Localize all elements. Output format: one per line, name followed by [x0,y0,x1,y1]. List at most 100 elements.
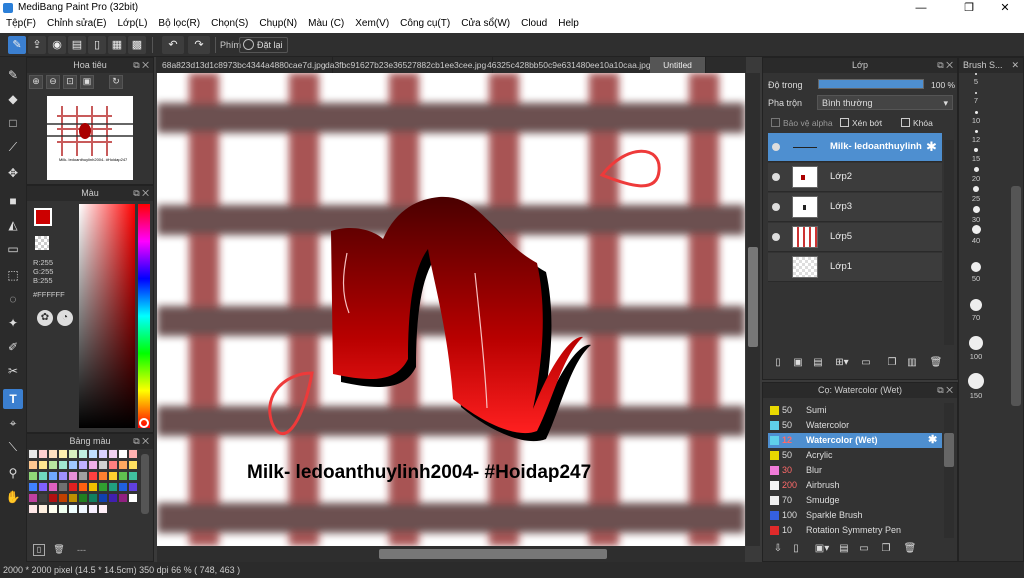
redo-icon[interactable]: ↷ [188,36,210,54]
bucket-tool-icon[interactable]: ◭ [3,215,23,235]
visibility-icon[interactable] [772,173,780,181]
layer-row[interactable]: Milk- ledoanthuylinh ✱ [768,133,942,162]
palette-swatch[interactable] [79,494,87,502]
brush-item[interactable]: 50 Sumi [768,403,942,418]
duplicate-brush-icon[interactable]: ❐ [878,541,894,557]
tab-untitled[interactable]: Untitled [650,57,706,73]
color-wheel-icon[interactable]: ◔ [57,310,73,326]
menu-file[interactable]: Tệp(F) [0,16,41,33]
menu-edit[interactable]: Chỉnh sửa(E) [41,16,112,33]
palette-swatch[interactable] [129,494,137,502]
palette-swatch[interactable] [129,472,137,480]
zoom-out-icon[interactable]: ⊖ [46,75,60,89]
brush-size-dot[interactable] [974,110,978,114]
undo-icon[interactable]: ↶ [162,36,184,54]
palette-swatch[interactable] [129,450,137,458]
menu-window[interactable]: Cửa sổ(W) [455,16,515,33]
palette-swatch[interactable] [29,505,37,513]
zoom-in-icon[interactable]: ⊕ [29,75,43,89]
blend-select[interactable]: Bình thường ▾ [817,95,953,110]
palette-grid[interactable] [29,450,139,540]
restore-button[interactable]: ❐ [954,0,984,16]
page-icon[interactable]: ▯ [88,36,106,54]
shape-tool-icon[interactable]: □ [3,113,23,133]
opacity-slider[interactable] [818,79,924,89]
magic-wand-icon[interactable]: ✦ [3,313,23,333]
palette-icon[interactable]: ✿ [37,310,53,326]
vscroll-thumb[interactable] [748,247,758,347]
reset-button[interactable]: Đặt lại [239,37,288,53]
select-pen-icon[interactable]: ✐ [3,337,23,357]
gradient-tool-icon[interactable]: ▭ [3,239,23,259]
new-layer-icon[interactable]: ▯ [770,355,786,371]
menu-help[interactable]: Help [552,16,584,33]
brush-settings-icon[interactable]: ▤ [836,541,852,557]
eyedropper-icon[interactable]: ⚲ [3,463,23,483]
palette-swatch[interactable] [49,494,57,502]
brush-size-dot[interactable] [974,148,978,152]
palette-swatch[interactable] [109,461,117,469]
primary-color-swatch[interactable] [34,208,52,226]
brush-size-dot[interactable] [971,224,981,234]
saturation-value-picker[interactable] [79,204,135,428]
brush-item[interactable]: 12 Watercolor (Wet) ✱ [768,433,942,448]
palette-swatch[interactable] [89,505,97,513]
palette-swatch[interactable] [29,483,37,491]
line-tool-icon[interactable]: ⟋ [3,137,23,157]
layer-row[interactable]: Lớp3 [768,193,942,222]
brush-folder-icon[interactable]: ▭ [856,541,872,557]
palette-swatch[interactable] [49,450,57,458]
palette-swatch[interactable] [69,505,77,513]
palette-swatch[interactable] [39,461,47,469]
panel-close-icon[interactable]: ⧉ ✕ [937,58,953,73]
palette-swatch[interactable] [119,461,127,469]
brush-size-dot[interactable] [974,129,978,133]
palette-swatch[interactable] [79,461,87,469]
palette-swatch[interactable] [119,472,127,480]
palette-swatch[interactable] [89,483,97,491]
palette-swatch[interactable] [69,494,77,502]
menu-tools[interactable]: Công cụ(T) [394,16,455,33]
panel-close-icon[interactable]: ⧉ ✕ [937,383,953,398]
cloud-download-icon[interactable]: ⇩ [770,541,786,557]
palette-swatch[interactable] [69,472,77,480]
palette-swatch[interactable] [119,483,127,491]
gear-icon[interactable]: ✱ [928,433,937,448]
canvas-vscrollbar[interactable] [746,73,760,546]
brush-size-scrollbar[interactable] [1011,186,1021,406]
new-page-icon[interactable]: ▯ [33,544,45,556]
add-layer-dropdown-icon[interactable]: ⊞▾ [830,355,854,371]
divide-tool-icon[interactable]: ⟍ [3,437,23,457]
menu-filter[interactable]: Bộ lọc(R) [152,16,205,33]
brush-item[interactable]: 70 Smudge [768,493,942,508]
fill-rect-tool-icon[interactable]: ■ [3,191,23,211]
menu-snap[interactable]: Chụp(N) [253,16,302,33]
hscroll-thumb[interactable] [379,549,607,559]
tab-doc-1[interactable]: 68a823d13d1c8973bc4344a4880cae7d.jpg [156,57,333,73]
rotate-icon[interactable]: ↻ [109,75,123,89]
palette-swatch[interactable] [39,472,47,480]
hue-slider[interactable] [138,204,150,428]
select-tool-icon[interactable]: ⬚ [3,265,23,285]
brush-size-dot[interactable] [973,186,979,192]
transparent-swatch[interactable] [35,236,49,250]
visibility-icon[interactable] [772,203,780,211]
cloud-brush-icon[interactable]: ✎ [8,36,26,54]
palette-swatch[interactable] [99,461,107,469]
layer-row[interactable]: Lớp2 [768,163,942,192]
canvas-hscrollbar[interactable] [157,546,745,562]
tab-doc-2[interactable]: da3fbc91627b23e36527882cb1ee3cee.jpg [319,57,494,73]
eraser-tool-icon[interactable]: ◆ [3,89,23,109]
brush-scrollbar[interactable] [944,403,954,538]
palette-swatch[interactable] [59,494,67,502]
comment-icon[interactable]: ◉ [48,36,66,54]
palette-swatch[interactable] [89,450,97,458]
brush-size-dot[interactable] [969,336,983,350]
new-8bit-layer-icon[interactable]: ▤ [810,355,826,371]
palette-swatch[interactable] [69,483,77,491]
panel-close-icon[interactable]: ⧉ ✕ [133,186,149,201]
new-halftone-layer-icon[interactable]: ▣ [790,355,806,371]
palette-swatch[interactable] [79,483,87,491]
palette-swatch[interactable] [69,461,77,469]
panel-close-icon[interactable]: ⧉ ✕ [133,434,149,449]
